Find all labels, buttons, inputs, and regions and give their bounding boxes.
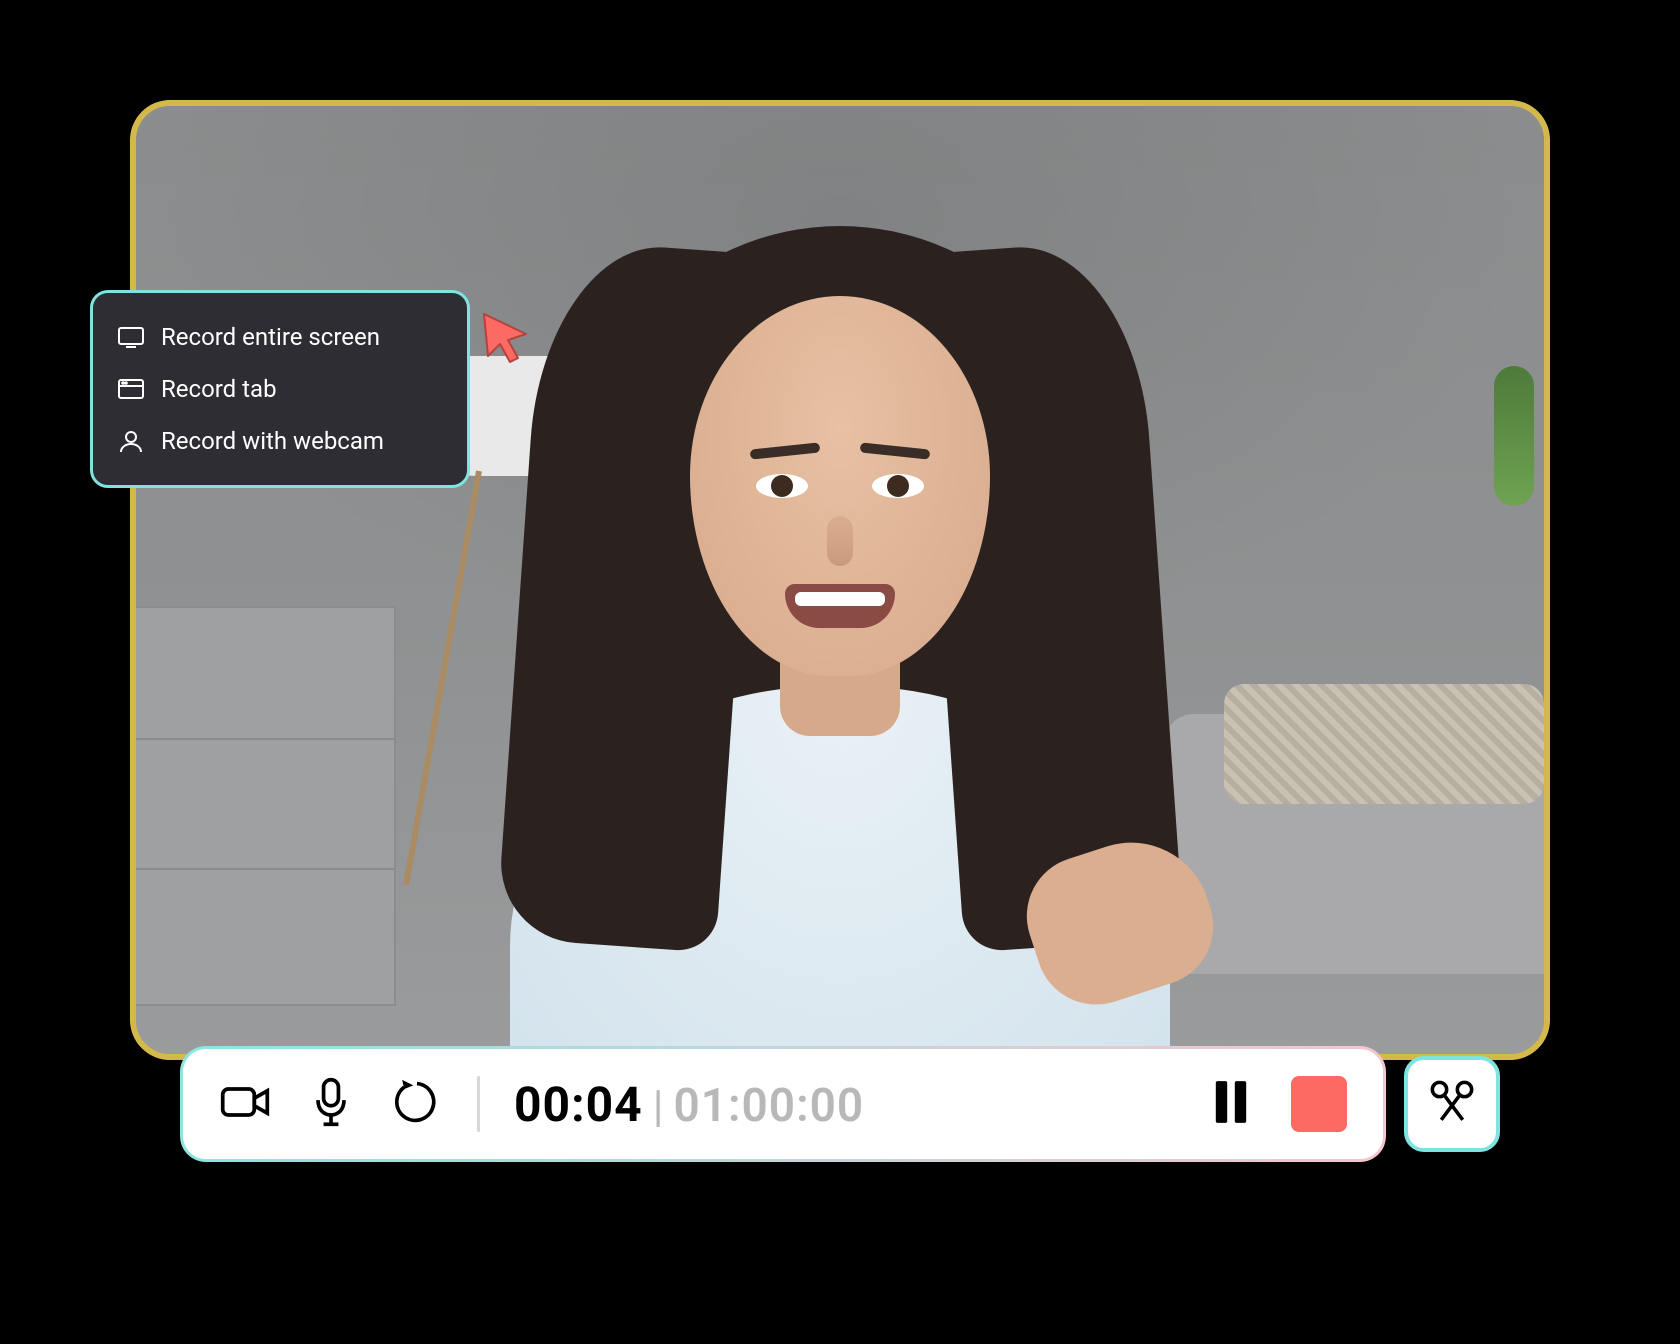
scissors-icon xyxy=(1427,1077,1477,1131)
recorder-toolbar: 00:04 | 01:00:00 xyxy=(180,1046,1386,1162)
camera-toggle-button[interactable] xyxy=(219,1078,271,1130)
time-separator: | xyxy=(653,1080,664,1132)
pause-button[interactable] xyxy=(1205,1078,1257,1130)
cursor-pointer-icon xyxy=(478,308,534,364)
recorder-toolbar-area: 00:04 | 01:00:00 xyxy=(180,1042,1500,1166)
record-source-menu: Record entire screen Record tab Record w… xyxy=(90,290,470,488)
stop-button[interactable] xyxy=(1291,1076,1347,1132)
restart-icon xyxy=(393,1078,441,1130)
menu-item-label: Record with webcam xyxy=(161,427,384,455)
time-display: 00:04 | 01:00:00 xyxy=(514,1076,864,1133)
background-plant xyxy=(1494,366,1534,506)
video-preview-frame xyxy=(130,100,1550,1060)
microphone-icon xyxy=(312,1076,350,1132)
total-time: 01:00:00 xyxy=(673,1079,864,1133)
restart-button[interactable] xyxy=(391,1078,443,1130)
toolbar-divider xyxy=(477,1076,480,1132)
monitor-icon xyxy=(117,325,145,349)
window-icon xyxy=(117,377,145,401)
webcam-person xyxy=(480,186,1200,1060)
microphone-toggle-button[interactable] xyxy=(305,1078,357,1130)
menu-item-label: Record entire screen xyxy=(161,323,380,351)
menu-item-record-webcam[interactable]: Record with webcam xyxy=(113,415,447,467)
elapsed-time: 00:04 xyxy=(514,1076,643,1133)
webcam-scene xyxy=(136,106,1544,1054)
background-shelf xyxy=(130,606,396,1006)
menu-item-label: Record tab xyxy=(161,375,277,403)
recorder-stage: Record entire screen Record tab Record w… xyxy=(130,100,1550,1160)
menu-item-record-tab[interactable]: Record tab xyxy=(113,363,447,415)
pause-icon xyxy=(1212,1079,1250,1129)
camera-icon xyxy=(219,1080,271,1128)
menu-item-record-screen[interactable]: Record entire screen xyxy=(113,311,447,363)
person-icon xyxy=(117,429,145,453)
background-sofa xyxy=(1164,714,1550,974)
trim-button[interactable] xyxy=(1404,1056,1500,1152)
